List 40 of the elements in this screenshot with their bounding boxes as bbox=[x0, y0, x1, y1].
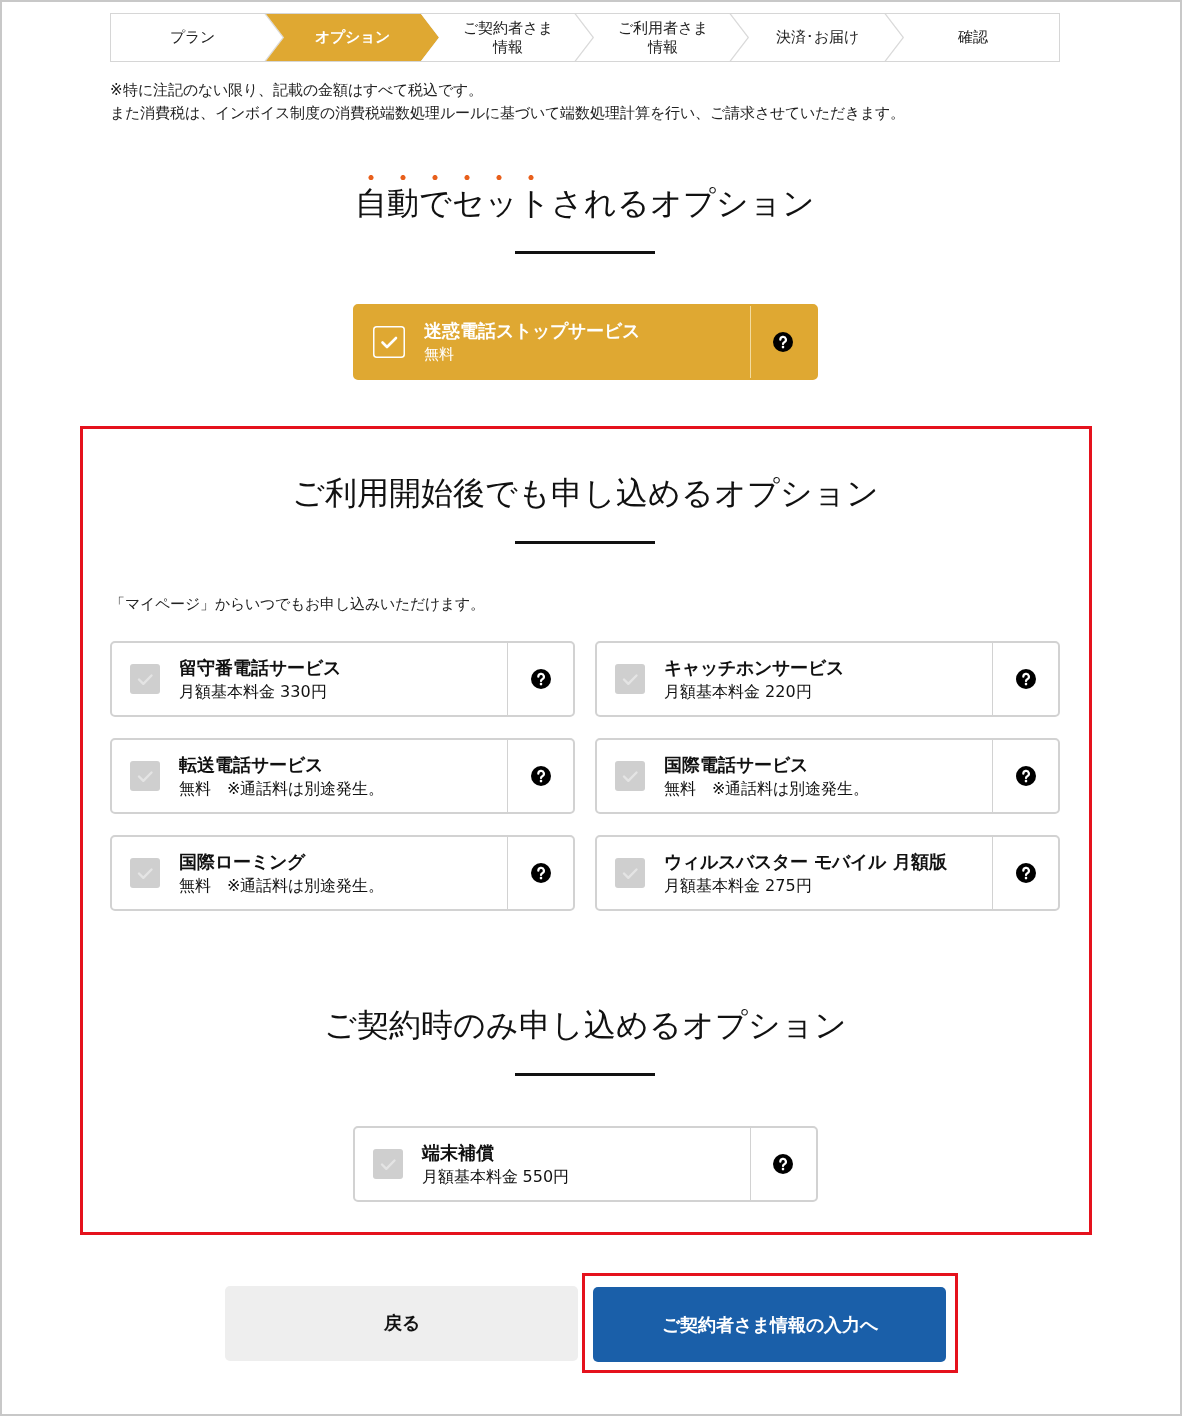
help-icon bbox=[530, 863, 551, 883]
option-price: 月額基本料金 220円 bbox=[664, 681, 813, 703]
option-name: 端末補償 bbox=[421, 1141, 495, 1165]
help-icon bbox=[530, 669, 551, 689]
option-name: 国際ローミング bbox=[179, 850, 307, 874]
option-price: 月額基本料金 275円 bbox=[664, 875, 813, 897]
option-name: 留守番電話サービス bbox=[179, 656, 342, 680]
option-name: 国際電話サービス bbox=[664, 753, 809, 777]
option-name: キャッチホンサービス bbox=[664, 656, 845, 680]
section-note: 「マイページ」からいつでもお申し込みいただけます。 bbox=[110, 594, 486, 615]
next-button[interactable]: ご契約者さま情報の入力へ bbox=[593, 1287, 946, 1362]
checkbox[interactable] bbox=[130, 664, 160, 694]
checkbox[interactable] bbox=[615, 664, 645, 694]
option-name: 転送電話サービス bbox=[179, 753, 324, 777]
help-icon bbox=[530, 766, 551, 786]
help-icon bbox=[1015, 669, 1036, 689]
tax-note: ※特に注記のない限り、記載の金額はすべて税込です。 bbox=[110, 80, 484, 101]
option-name: ウィルスバスター モバイル 月額版 bbox=[664, 850, 948, 874]
help-icon bbox=[1015, 863, 1036, 883]
checkbox[interactable] bbox=[372, 326, 405, 358]
help-icon bbox=[773, 332, 793, 352]
option-price: 月額基本料金 550円 bbox=[421, 1166, 571, 1188]
option-price: 無料 ※通話料は別途発生。 bbox=[179, 778, 386, 800]
section-heading: 自動でセット されるオプション bbox=[110, 170, 1060, 226]
help-icon bbox=[773, 1154, 793, 1174]
checkbox[interactable] bbox=[372, 1149, 403, 1179]
checkbox[interactable] bbox=[615, 858, 645, 888]
section-heading: ご契約時のみ申し込めるオプション bbox=[322, 1005, 848, 1046]
help-icon bbox=[1015, 766, 1036, 786]
checkbox[interactable] bbox=[130, 761, 160, 791]
option-price: 無料 bbox=[423, 344, 455, 365]
checkbox[interactable] bbox=[615, 761, 645, 791]
option-name: 迷惑電話ストップサービス bbox=[423, 319, 641, 343]
option-price: 月額基本料金 330円 bbox=[179, 681, 328, 703]
tax-note: また消費税は、インボイス制度の消費税端数処理ルールに基づいて端数処理計算を行い、ご請求させていただきます。 bbox=[110, 103, 906, 124]
section-heading: ご利用開始後でも申し込めるオプション bbox=[290, 473, 880, 514]
option-price: 無料 ※通話料は別途発生。 bbox=[664, 778, 871, 800]
option-price: 無料 ※通話料は別途発生。 bbox=[179, 875, 386, 897]
back-button[interactable]: 戻る bbox=[225, 1285, 578, 1361]
checkbox[interactable] bbox=[130, 858, 160, 888]
